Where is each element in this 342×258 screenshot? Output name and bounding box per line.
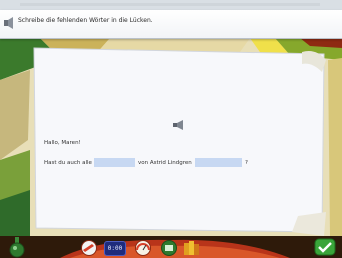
- sentence-part: ?: [245, 160, 248, 166]
- bottle-icon[interactable]: [8, 236, 26, 258]
- book-icon[interactable]: [182, 240, 202, 256]
- check-icon[interactable]: [314, 238, 336, 256]
- greeting-text: Hallo, Maren!: [44, 140, 81, 146]
- speaker-icon[interactable]: [172, 120, 186, 130]
- sentence-part: von Astrid Lindgren: [138, 160, 192, 166]
- speedometer-icon[interactable]: [134, 240, 152, 256]
- speaker-icon[interactable]: [3, 16, 15, 30]
- instruction-bar: Schreibe die fehlenden Wörter in die Lüc…: [0, 10, 342, 39]
- instruction-text: Schreibe die fehlenden Wörter in die Lüc…: [18, 17, 153, 24]
- sentence-part: Hast du auch alle: [44, 160, 92, 166]
- gap-input-2[interactable]: [195, 158, 242, 167]
- fill-in-sentence: Hast du auch alle von Astrid Lindgren ?: [44, 158, 284, 168]
- save-icon[interactable]: [160, 240, 178, 256]
- pencil-icon[interactable]: [80, 240, 98, 256]
- gap-input-1[interactable]: [94, 158, 135, 167]
- clock-display[interactable]: 0:00: [104, 241, 126, 256]
